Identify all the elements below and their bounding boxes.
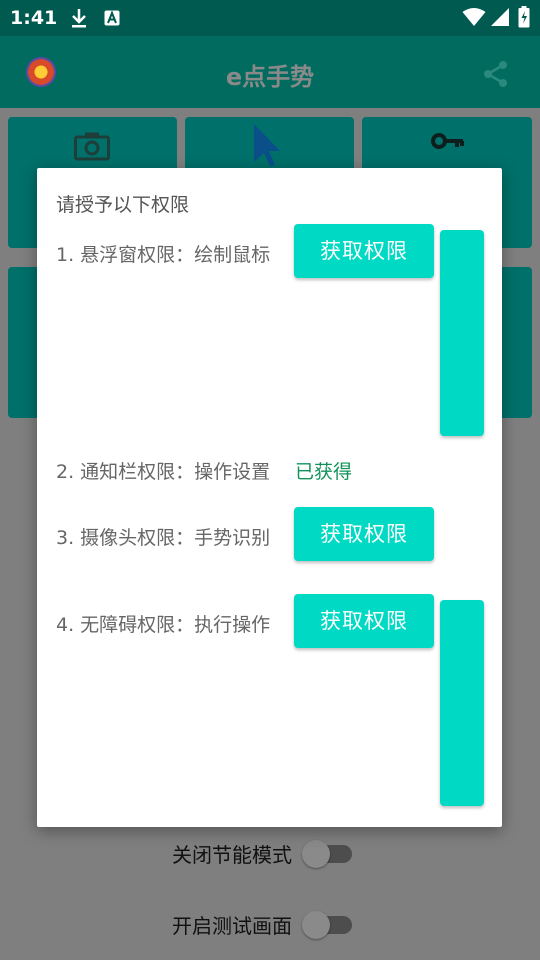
camera-icon [74, 131, 110, 165]
power-save-toggle[interactable] [302, 840, 330, 868]
app-bar: e点手势 [0, 36, 540, 108]
permission-dialog: 请授予以下权限 1. 悬浮窗权限：绘制鼠标 获取权限 2. 通知栏权限：操作设置… [37, 168, 502, 827]
perm-notification-label: 2. 通知栏权限：操作设置 [56, 461, 271, 483]
key-icon [431, 131, 465, 155]
share-icon[interactable] [482, 60, 510, 92]
perm-camera-label: 3. 摄像头权限：手势识别 [56, 527, 271, 549]
status-time: 1:41 [10, 7, 58, 29]
perm-camera-button[interactable]: 获取权限 [294, 507, 434, 561]
perm-overlay-side-button[interactable] [440, 230, 484, 436]
perm-notification-status: 已获得 [295, 461, 353, 483]
test-screen-toggle[interactable] [302, 911, 330, 939]
perm-overlay-button[interactable]: 获取权限 [294, 224, 434, 278]
test-screen-label: 开启测试画面 [172, 914, 292, 938]
a-badge-icon [104, 10, 120, 30]
signal-icon [490, 7, 510, 31]
status-bar: 1:41 [0, 0, 540, 36]
power-save-label: 关闭节能模式 [172, 843, 292, 867]
wifi-icon [462, 7, 486, 31]
perm-accessibility-side-button[interactable] [440, 600, 484, 806]
perm-overlay-label: 1. 悬浮窗权限：绘制鼠标 [56, 244, 271, 266]
battery-icon [518, 6, 530, 32]
perm-accessibility-button[interactable]: 获取权限 [294, 594, 434, 648]
download-icon [70, 8, 88, 32]
test-screen-row: 开启测试画面 [0, 904, 540, 944]
cursor-icon [252, 123, 282, 171]
power-save-row: 关闭节能模式 [0, 833, 540, 873]
dialog-title: 请授予以下权限 [56, 194, 190, 216]
app-title: e点手势 [225, 63, 315, 91]
perm-accessibility-label: 4. 无障碍权限：执行操作 [56, 614, 271, 636]
